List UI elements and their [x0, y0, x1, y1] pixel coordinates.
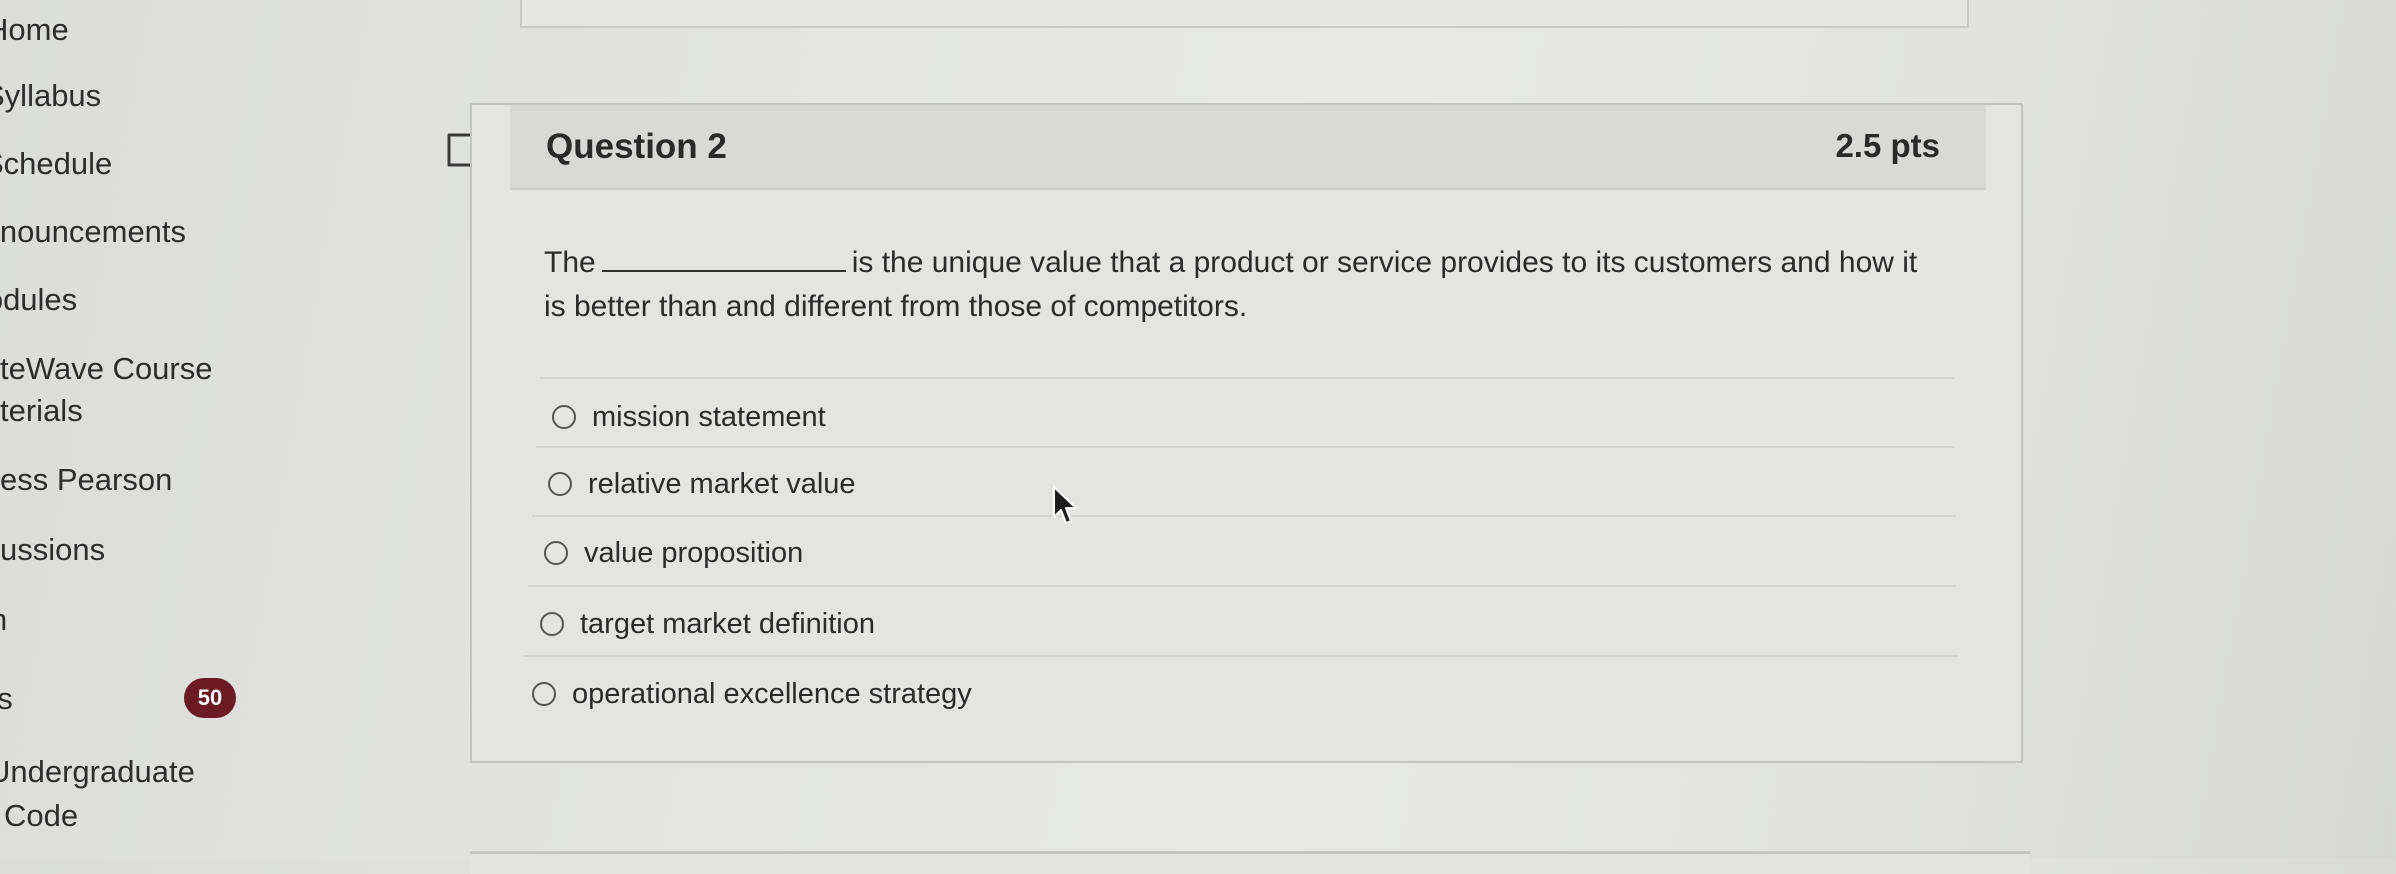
question-points: 2.5 pts: [1835, 127, 1940, 164]
answer-label: relative market value: [588, 467, 856, 500]
fill-in-blank: [601, 244, 846, 272]
answer-label: target market definition: [580, 607, 875, 640]
sidebar-item-undergraduate-code-line2[interactable]: Code: [4, 796, 78, 836]
sidebar-item-course-materials[interactable]: teWave Course: [0, 349, 213, 389]
sidebar-item-undergraduate-code[interactable]: Undergraduate: [0, 752, 195, 792]
answer-label: operational excellence strategy: [572, 677, 972, 710]
notification-badge: 50: [184, 678, 236, 718]
sidebar-item-schedule[interactable]: Schedule: [0, 144, 112, 184]
sidebar-item-access-pearson[interactable]: ess Pearson: [0, 460, 172, 500]
mouse-pointer-icon: [1053, 486, 1077, 524]
answer-option-operational-excellence-strategy[interactable]: operational excellence strategy: [532, 672, 972, 716]
divider: [524, 655, 1958, 657]
divider: [536, 446, 1954, 448]
sidebar-item-cropped[interactable]: n: [0, 600, 7, 640]
answer-option-mission-statement[interactable]: mission statement: [552, 395, 826, 439]
answer-label: value proposition: [584, 536, 804, 569]
sidebar-item-course-materials-line2[interactable]: terials: [0, 391, 83, 431]
divider: [540, 377, 1954, 379]
divider: [528, 585, 1956, 587]
sidebar-item-discussions[interactable]: ussions: [0, 530, 105, 570]
question-title: Question 2: [546, 127, 727, 166]
answer-label: mission statement: [592, 400, 826, 433]
sidebar-item-syllabus[interactable]: Syllabus: [0, 76, 101, 116]
answer-option-relative-market-value[interactable]: relative market value: [548, 462, 856, 506]
next-question-panel: [470, 851, 2030, 874]
previous-question-panel: [520, 0, 1969, 28]
sidebar-item-announcements[interactable]: Announcements: [0, 212, 186, 252]
radio-button[interactable]: [532, 682, 556, 706]
answer-option-value-proposition[interactable]: value proposition: [544, 531, 803, 575]
question-text-start: The: [544, 246, 596, 279]
course-sidebar: Home Syllabus Schedule Announcements Mod…: [0, 0, 260, 859]
question-text: The is the unique value that a product or…: [544, 241, 1944, 329]
radio-button[interactable]: [552, 405, 576, 429]
sidebar-item-home[interactable]: Home: [0, 10, 69, 50]
sidebar-item-grades[interactable]: es: [0, 679, 13, 719]
radio-button[interactable]: [548, 472, 572, 496]
radio-button[interactable]: [540, 612, 564, 636]
sidebar-item-modules[interactable]: Modules: [0, 280, 77, 320]
divider: [532, 515, 1956, 517]
question-header: Question 2 2.5 pts: [510, 105, 1986, 190]
radio-button[interactable]: [544, 541, 568, 565]
question-card: Question 2 2.5 pts The is the unique valu…: [470, 103, 2023, 763]
answer-option-target-market-definition[interactable]: target market definition: [540, 602, 875, 646]
